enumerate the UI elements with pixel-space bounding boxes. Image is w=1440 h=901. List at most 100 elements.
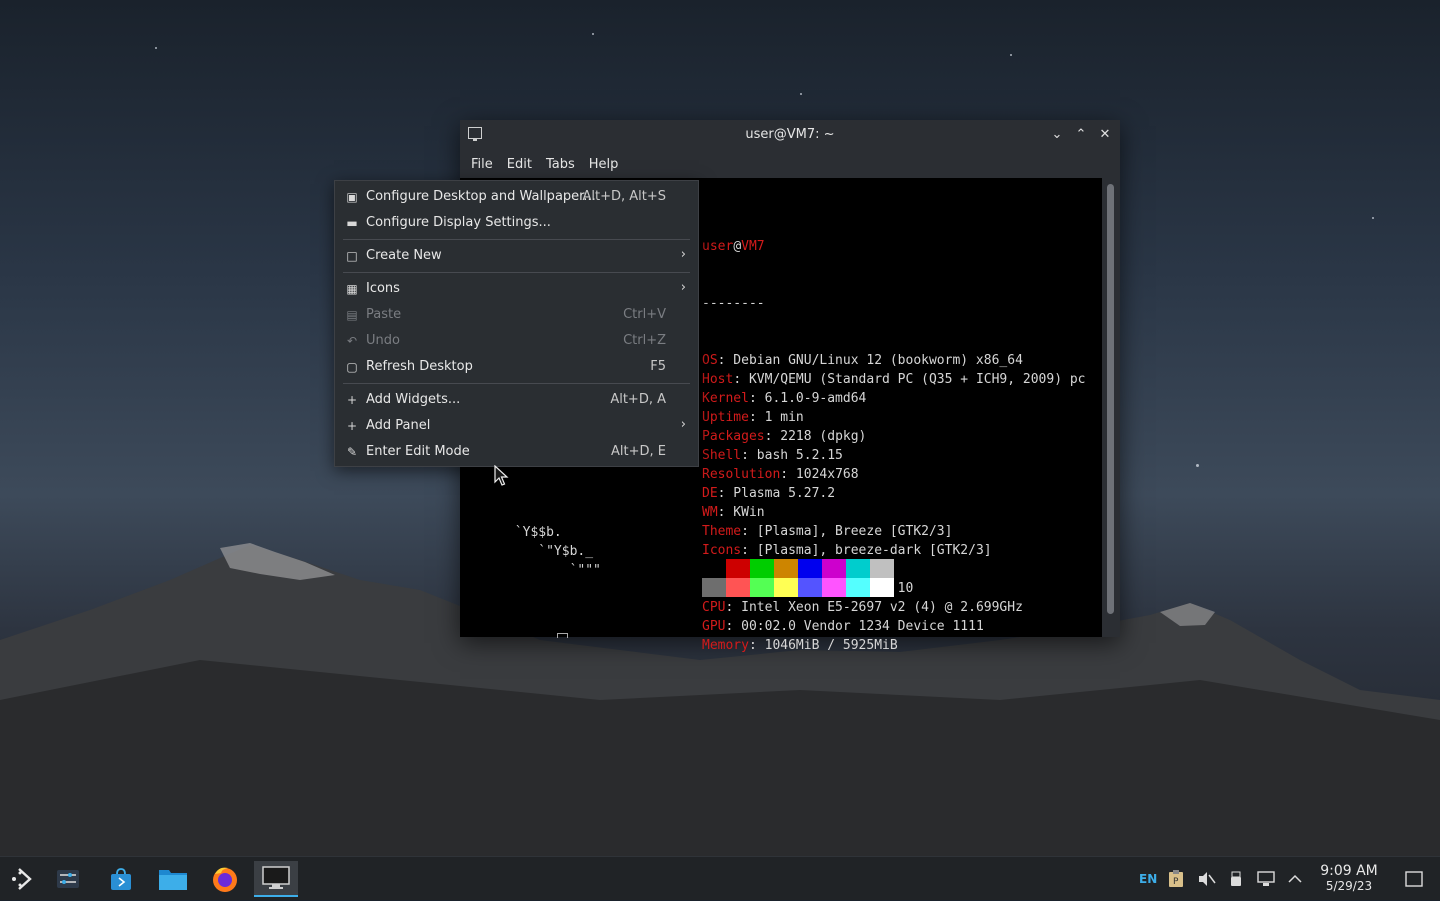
menu-item-icons[interactable]: ▦ Icons › [335, 276, 698, 302]
app-launcher-button[interactable] [0, 861, 44, 897]
menu-file[interactable]: File [464, 157, 500, 172]
info-key: Icons [702, 543, 742, 558]
refresh-icon: ▢ [346, 360, 358, 374]
menu-item-add-widgets[interactable]: + Add Widgets... Alt+D, A [335, 387, 698, 413]
mouse-pointer-icon [494, 465, 509, 486]
scrollbar-thumb[interactable] [1107, 184, 1114, 614]
info-key: Uptime [702, 410, 749, 425]
volume-tray-button[interactable] [1198, 857, 1216, 901]
firefox-button[interactable] [203, 861, 247, 897]
menu-item-label: Add Panel [366, 418, 431, 433]
create-new-icon: □ [346, 249, 358, 263]
window-title: user@VM7: ~ [745, 127, 835, 142]
desktop-context-menu: ▣ Configure Desktop and Wallpaper... Alt+D… [334, 180, 699, 467]
network-tray-button[interactable] [1257, 857, 1275, 901]
palette-swatch [798, 559, 822, 578]
menu-separator [343, 383, 690, 384]
file-manager-button[interactable] [151, 861, 195, 897]
menu-item-refresh-desktop[interactable]: ▢ Refresh Desktop F5 [335, 354, 698, 380]
keyboard-layout-label: EN [1139, 872, 1158, 886]
info-key: CPU [702, 600, 726, 615]
info-line: Uptime: 1 min [702, 408, 1086, 427]
menu-separator [343, 239, 690, 240]
show-desktop-icon [1405, 871, 1423, 887]
menu-edit[interactable]: Edit [500, 157, 539, 172]
palette-swatch [726, 578, 750, 597]
volume-muted-icon [1199, 872, 1216, 886]
palette-swatch [750, 578, 774, 597]
menu-tabs[interactable]: Tabs [539, 157, 582, 172]
info-value: : KWin [717, 505, 765, 520]
menu-item-add-panel[interactable]: + Add Panel › [335, 413, 698, 439]
terminal-titlebar[interactable]: user@VM7: ~ ⌄ ⌃ ✕ [460, 120, 1120, 150]
close-icon[interactable]: ✕ [1095, 125, 1115, 145]
chevron-up-icon [1288, 874, 1302, 883]
discover-store-button[interactable] [99, 861, 143, 897]
menu-item-label: Undo [366, 333, 400, 348]
system-settings-button[interactable] [46, 861, 90, 897]
shopping-bag-icon [111, 868, 131, 890]
info-line: GPU: 00:02.0 Vendor 1234 Device 1111 [702, 617, 1086, 636]
info-value: : 1 min [748, 410, 804, 425]
paste-icon: ▤ [346, 308, 358, 322]
pencil-icon: ✎ [346, 445, 358, 459]
maximize-icon[interactable]: ⌃ [1071, 125, 1091, 145]
clipboard-icon: P [1169, 870, 1183, 887]
terminal-task-button[interactable] [254, 861, 298, 897]
info-line: OS: Debian GNU/Linux 12 (bookworm) x86_6… [702, 351, 1086, 370]
info-line: Shell: bash 5.2.15 [702, 446, 1086, 465]
info-value: : Debian GNU/Linux 12 (bookworm) x86_64 [717, 353, 1023, 368]
palette-swatch [702, 578, 726, 597]
minimize-icon[interactable]: ⌄ [1047, 125, 1067, 145]
info-key: Memory [702, 638, 749, 653]
ascii-logo: `Y$$b. `"Y$b._ `""" [460, 523, 601, 580]
info-value: : [Plasma], breeze-dark [GTK2/3] [741, 543, 992, 558]
info-line: WM: KWin [702, 503, 1086, 522]
keyboard-layout-indicator[interactable]: EN [1139, 857, 1157, 901]
peek-desktop-button[interactable] [1405, 857, 1423, 901]
menu-item-label: Configure Desktop and Wallpaper... [366, 189, 596, 204]
palette-swatch [846, 578, 870, 597]
monitor-icon [262, 866, 290, 889]
menu-item-configure-display-settings[interactable]: ▬ Configure Display Settings... [335, 210, 698, 236]
plus-icon: + [346, 393, 358, 407]
palette-swatch [870, 578, 894, 597]
menu-item-label: Add Widgets... [366, 392, 461, 407]
device-notifier-button[interactable] [1230, 857, 1242, 901]
info-value: : 1024x768 [780, 467, 859, 482]
settings-sliders-icon [57, 870, 79, 888]
menu-help[interactable]: Help [582, 157, 626, 172]
ascii-line: `"Y$b._ [460, 544, 594, 559]
info-value: : [Plasma], Breeze [GTK2/3] [741, 524, 953, 539]
menu-item-label: Enter Edit Mode [366, 444, 470, 459]
menu-item-shortcut: F5 [650, 359, 666, 374]
info-line: Kernel: 6.1.0-9-amd64 [702, 389, 1086, 408]
info-key: Resolution [702, 467, 781, 482]
chevron-right-icon: › [680, 417, 686, 432]
menu-item-create-new[interactable]: □ Create New › [335, 243, 698, 269]
info-value: : 2218 (dpkg) [764, 429, 867, 444]
menu-item-enter-edit-mode[interactable]: ✎ Enter Edit Mode Alt+D, E [335, 439, 698, 465]
configure-desktop-icon: ▣ [346, 190, 358, 204]
terminal-scrollbar[interactable] [1102, 178, 1120, 637]
digital-clock[interactable]: 9:09 AM 5/29/23 [1310, 863, 1388, 893]
menu-item-configure-desktop-and-wallpaper[interactable]: ▣ Configure Desktop and Wallpaper... Alt+D… [335, 184, 698, 210]
show-hidden-icons-button[interactable] [1288, 857, 1302, 901]
info-line: Resolution: 1024x768 [702, 465, 1086, 484]
clipboard-tray-button[interactable]: P [1168, 857, 1184, 901]
palette-swatch [798, 578, 822, 597]
kde-launcher-icon [12, 868, 32, 890]
info-key: Kernel [702, 391, 749, 406]
menu-item-label: Refresh Desktop [366, 359, 473, 374]
info-key: OS [702, 353, 718, 368]
info-line: CPU: Intel Xeon E5-2697 v2 (4) @ 2.699GH… [702, 598, 1086, 617]
palette-swatch [774, 559, 798, 578]
menu-item-label: Create New [366, 248, 442, 263]
info-line: Theme: [Plasma], Breeze [GTK2/3] [702, 522, 1086, 541]
palette-swatch [822, 559, 846, 578]
clock-date: 5/29/23 [1325, 879, 1373, 893]
clock-time: 9:09 AM [1320, 863, 1378, 879]
info-key: Shell [702, 448, 742, 463]
chevron-right-icon: › [680, 280, 686, 295]
menu-item-paste: ▤ Paste Ctrl+V [335, 302, 698, 328]
